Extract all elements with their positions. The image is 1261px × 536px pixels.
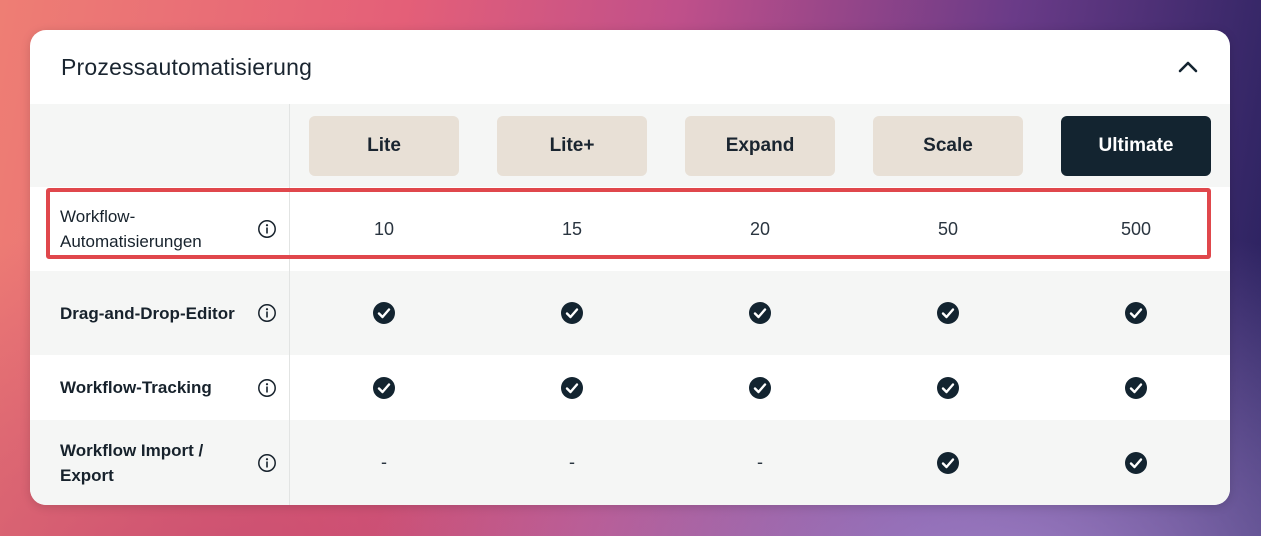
value-cell: 50 [854, 187, 1042, 271]
value-cell [290, 355, 478, 420]
value-cell [478, 355, 666, 420]
feature-cell: Workflow-Tracking [30, 355, 290, 420]
plan-button-ultimate[interactable]: Ultimate [1061, 115, 1211, 176]
check-circle-icon [560, 301, 584, 325]
feature-cell: Drag-and-Drop-Editor [30, 271, 290, 355]
feature-label: Drag-and-Drop-Editor [60, 303, 235, 323]
value-cell [854, 420, 1042, 505]
check-circle-icon [372, 376, 396, 400]
feature-label: Workflow-Automatisierungen [60, 207, 202, 251]
check-circle-icon [936, 451, 960, 475]
not-included-dash: - [569, 452, 575, 472]
check-circle-icon [936, 376, 960, 400]
value-cell [478, 271, 666, 355]
value-cell: 500 [1042, 187, 1230, 271]
plan-button-scale[interactable]: Scale [873, 115, 1023, 176]
info-icon[interactable] [257, 303, 277, 323]
info-icon[interactable] [257, 453, 277, 473]
not-included-dash: - [757, 452, 763, 472]
value-text: 10 [373, 218, 395, 239]
value-cell: 20 [666, 187, 854, 271]
table-row: Workflow Import / Export - - - [30, 420, 1230, 505]
value-cell [854, 271, 1042, 355]
value-cell [1042, 355, 1230, 420]
chevron-up-icon [1178, 61, 1198, 73]
plan-header-row: Lite Lite+ Expand Scale Ultimate [30, 104, 1230, 187]
feature-label: Workflow-Tracking [60, 378, 212, 397]
check-circle-icon [936, 301, 960, 325]
feature-cell: Workflow-Automatisierungen [30, 187, 290, 271]
value-text: 15 [561, 218, 583, 239]
collapse-button[interactable] [1176, 55, 1200, 79]
value-text: 500 [1120, 218, 1152, 239]
value-cell: 10 [290, 187, 478, 271]
table-row: Drag-and-Drop-Editor [30, 271, 1230, 355]
check-circle-icon [748, 301, 772, 325]
value-cell [1042, 271, 1230, 355]
plan-cell-ultimate: Ultimate [1042, 104, 1230, 187]
value-cell [666, 355, 854, 420]
empty-header-cell [30, 104, 290, 187]
plan-cell-scale: Scale [854, 104, 1042, 187]
comparison-card: Prozessautomatisierung Lite Lite+ Expand… [30, 30, 1230, 505]
value-cell [1042, 420, 1230, 505]
check-circle-icon [372, 301, 396, 325]
feature-cell: Workflow Import / Export [30, 420, 290, 505]
value-cell [290, 271, 478, 355]
check-circle-icon [1124, 451, 1148, 475]
plan-button-lite[interactable]: Lite [309, 115, 459, 176]
value-cell [666, 271, 854, 355]
feature-label: Workflow Import / Export [60, 440, 204, 485]
table-row: Workflow-Tracking [30, 355, 1230, 420]
plan-cell-expand: Expand [666, 104, 854, 187]
section-title: Prozessautomatisierung [61, 53, 313, 80]
value-text: 20 [749, 218, 771, 239]
value-cell: - [666, 420, 854, 505]
info-icon[interactable] [257, 378, 277, 398]
check-circle-icon [1124, 376, 1148, 400]
value-cell: - [290, 420, 478, 505]
plan-button-expand[interactable]: Expand [685, 115, 835, 176]
value-text: 50 [937, 218, 959, 239]
plan-button-lite-plus[interactable]: Lite+ [497, 115, 647, 176]
value-cell: 15 [478, 187, 666, 271]
info-icon[interactable] [257, 219, 277, 239]
section-header[interactable]: Prozessautomatisierung [30, 30, 1230, 104]
comparison-table: Lite Lite+ Expand Scale Ultimate Workflo… [30, 104, 1230, 505]
not-included-dash: - [381, 452, 387, 472]
check-circle-icon [1124, 301, 1148, 325]
check-circle-icon [560, 376, 584, 400]
plan-cell-lite-plus: Lite+ [478, 104, 666, 187]
plan-cell-lite: Lite [290, 104, 478, 187]
table-row: Workflow-Automatisierungen 10 15 20 50 5… [30, 187, 1230, 271]
value-cell: - [478, 420, 666, 505]
value-cell [854, 355, 1042, 420]
check-circle-icon [748, 376, 772, 400]
